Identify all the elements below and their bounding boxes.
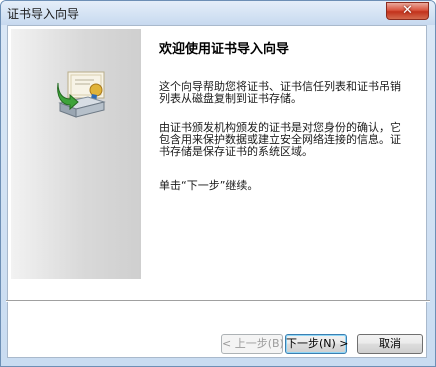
wizard-side-panel	[11, 29, 141, 279]
certificate-info-paragraph: 由证书颁发机构颁发的证书是对您身份的确认，它包含用来保护数据或建立安全网络连接的…	[159, 121, 401, 158]
wizard-heading: 欢迎使用证书导入向导	[159, 42, 290, 57]
close-icon: ✕	[402, 3, 413, 18]
cancel-button[interactable]: 取消	[357, 334, 423, 354]
back-button[interactable]: < 上一步(B)	[221, 334, 284, 354]
certificate-import-icon	[57, 71, 106, 118]
wizard-page: 欢迎使用证书导入向导 这个向导帮助您将证书、证书信任列表和证书吊销列表从磁盘复制…	[7, 25, 427, 358]
title-bar[interactable]: 证书导入向导 ✕	[1, 1, 435, 25]
intro-paragraph: 这个向导帮助您将证书、证书信任列表和证书吊销列表从磁盘复制到证书存储。	[159, 80, 401, 105]
window-title: 证书导入向导	[7, 7, 80, 21]
button-divider	[6, 300, 430, 302]
next-button[interactable]: 下一步(N) >	[285, 334, 349, 354]
continue-instruction: 单击“下一步”继续。	[159, 179, 259, 192]
close-button[interactable]: ✕	[386, 2, 429, 20]
